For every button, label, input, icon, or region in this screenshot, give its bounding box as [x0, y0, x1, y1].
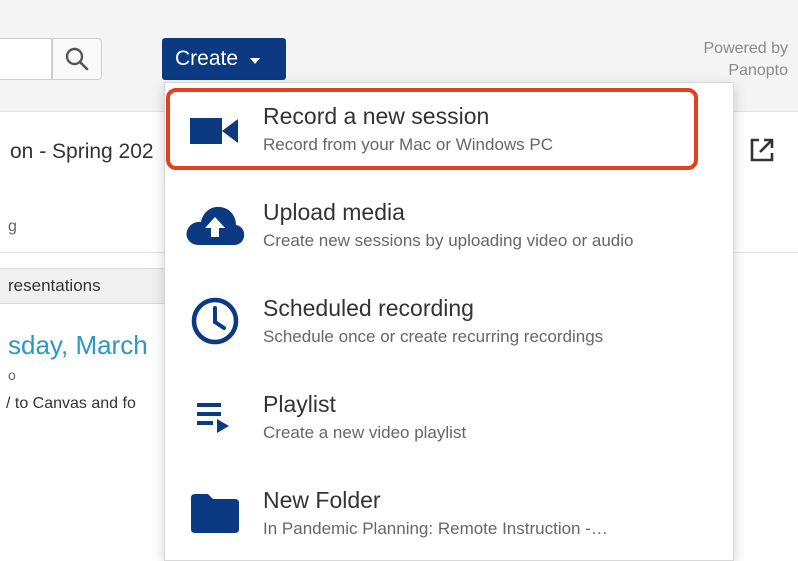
- menu-item-title: Playlist: [263, 391, 336, 417]
- folder-icon: [183, 481, 247, 545]
- folder-subtitle: g: [8, 218, 17, 235]
- menu-item-title: New Folder: [263, 487, 381, 513]
- create-button-label: Create: [175, 47, 239, 70]
- tab-presentations-label: resentations: [8, 276, 101, 295]
- session-meta: o: [8, 367, 16, 383]
- menu-item-new-folder[interactable]: New Folder In Pandemic Planning: Remote …: [165, 467, 733, 560]
- menu-item-record-session[interactable]: Record a new session Record from your Ma…: [165, 83, 733, 178]
- menu-item-title: Upload media: [263, 199, 405, 225]
- menu-item-desc: In Pandemic Planning: Remote Instruction…: [263, 519, 608, 538]
- menu-item-upload-media[interactable]: Upload media Create new sessions by uplo…: [165, 179, 733, 274]
- create-dropdown-menu: Record a new session Record from your Ma…: [164, 82, 734, 561]
- chevron-down-icon: [250, 57, 261, 64]
- search-icon: [65, 47, 89, 71]
- menu-item-desc: Create a new video playlist: [263, 423, 467, 442]
- search-button[interactable]: [52, 38, 102, 80]
- search-input[interactable]: [0, 38, 52, 80]
- menu-item-title: Scheduled recording: [263, 295, 474, 321]
- playlist-icon: [183, 385, 247, 449]
- menu-item-desc: Record from your Mac or Windows PC: [263, 135, 554, 154]
- menu-item-scheduled-recording[interactable]: Scheduled recording Schedule once or cre…: [165, 275, 733, 370]
- external-link-icon[interactable]: [746, 134, 778, 166]
- menu-item-desc: Schedule once or create recurring record…: [263, 327, 604, 346]
- video-camera-icon: [183, 99, 247, 163]
- menu-item-playlist[interactable]: Playlist Create a new video playlist: [165, 371, 733, 466]
- powered-by-line1: Powered by: [703, 40, 789, 57]
- create-button[interactable]: Create: [162, 38, 286, 80]
- menu-item-title: Record a new session: [263, 103, 490, 129]
- clock-icon: [183, 289, 247, 353]
- folder-title: on - Spring 202: [10, 140, 154, 163]
- menu-item-desc: Create new sessions by uploading video o…: [263, 231, 634, 250]
- date-heading: sday, March: [8, 330, 148, 360]
- powered-by-line2: Panopto: [728, 62, 788, 79]
- powered-by[interactable]: Powered by Panopto: [704, 38, 789, 82]
- session-description: / to Canvas and fo: [6, 395, 136, 412]
- cloud-upload-icon: [183, 193, 247, 257]
